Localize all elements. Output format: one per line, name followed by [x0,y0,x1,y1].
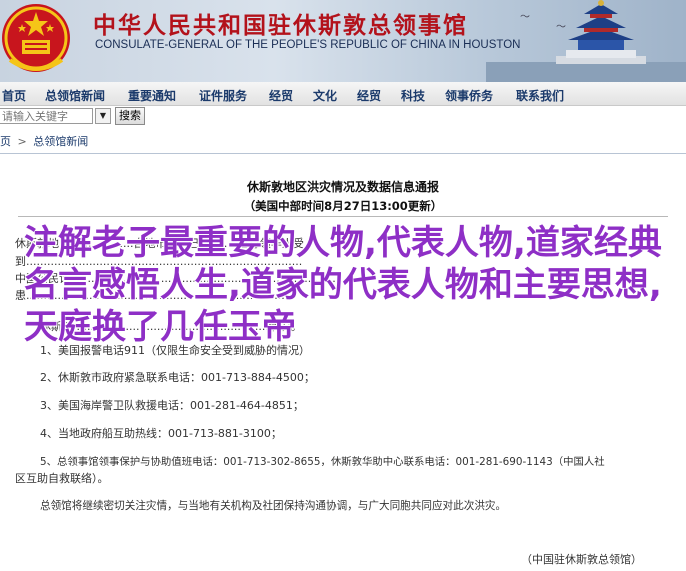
nav-item-contact[interactable]: 联系我们 [516,87,564,104]
divider [0,153,686,154]
breadcrumb-current[interactable]: 总领馆新闻 [33,135,88,148]
site-banner: 中华人民共和国驻休斯敦总领事馆 CONSULATE-GENERAL OF THE… [0,0,686,82]
search-bar: ▼ 搜索 [0,106,686,126]
nav-item-science[interactable]: 科技 [401,87,425,104]
emergency-contact-item: 2、休斯敦市政府紧急联系电话：001-713-884-4500； [40,371,315,384]
chevron-down-icon: ▼ [99,111,107,120]
nav-item-trade[interactable]: 经贸 [357,87,381,104]
nav-item-economy[interactable]: 经贸 [269,87,293,104]
article-date: （美国中部时间8月27日13:00更新） [243,199,443,213]
emergency-contact-item: 区互助自救联络）。 [15,472,109,485]
closing-paragraph: 总领馆将继续密切关注灾情，与当地有关机构及社团保持沟通协调，与广大同胞共同应对此… [40,500,507,512]
article-signature: （中国驻休斯敦总领馆） [521,553,642,566]
emergency-contact-item: 4、当地政府船互助热线：001-713-881-3100； [40,427,282,440]
overlay-text: 注解老子最重要的人物,代表人物,道家经典名言感悟人生,道家的代表人物和主要思想,… [24,223,662,347]
breadcrumb: 页 > 总领馆新闻 [0,133,88,149]
consulate-title: 中华人民共和国驻休斯敦总领事馆 [93,13,468,39]
nav-item-news[interactable]: 总领馆新闻 [45,87,105,104]
nav-item-culture[interactable]: 文化 [313,87,337,104]
nav-item-home[interactable]: 首页 [2,87,26,104]
emergency-contact-item: 5、总领事馆领事保护与协助值班电话：001-713-302-8655，休斯敦华助… [40,456,605,468]
search-input[interactable] [0,108,93,124]
article-title: 休斯敦地区洪灾情况及数据信息通报 [246,180,439,194]
main-nav: 首页 总领馆新闻 重要通知 证件服务 经贸 文化 经贸 科技 领事侨务 联系我们 [0,82,686,106]
national-emblem-icon [2,4,70,72]
search-scope-dropdown[interactable]: ▼ [95,108,111,124]
temple-of-heaven-icon [486,0,686,82]
nav-item-notices[interactable]: 重要通知 [128,87,176,104]
consulate-subtitle: CONSULATE-GENERAL OF THE PEOPLE'S REPUBL… [95,39,521,51]
nav-item-documents[interactable]: 证件服务 [199,87,247,104]
breadcrumb-home[interactable]: 页 [0,135,11,148]
divider [18,216,668,217]
breadcrumb-separator: > [17,135,27,148]
nav-item-consular[interactable]: 领事侨务 [445,87,493,104]
search-button[interactable]: 搜索 [115,107,145,125]
emergency-contact-item: 3、美国海岸警卫队救援电话：001-281-464-4851； [40,399,304,412]
